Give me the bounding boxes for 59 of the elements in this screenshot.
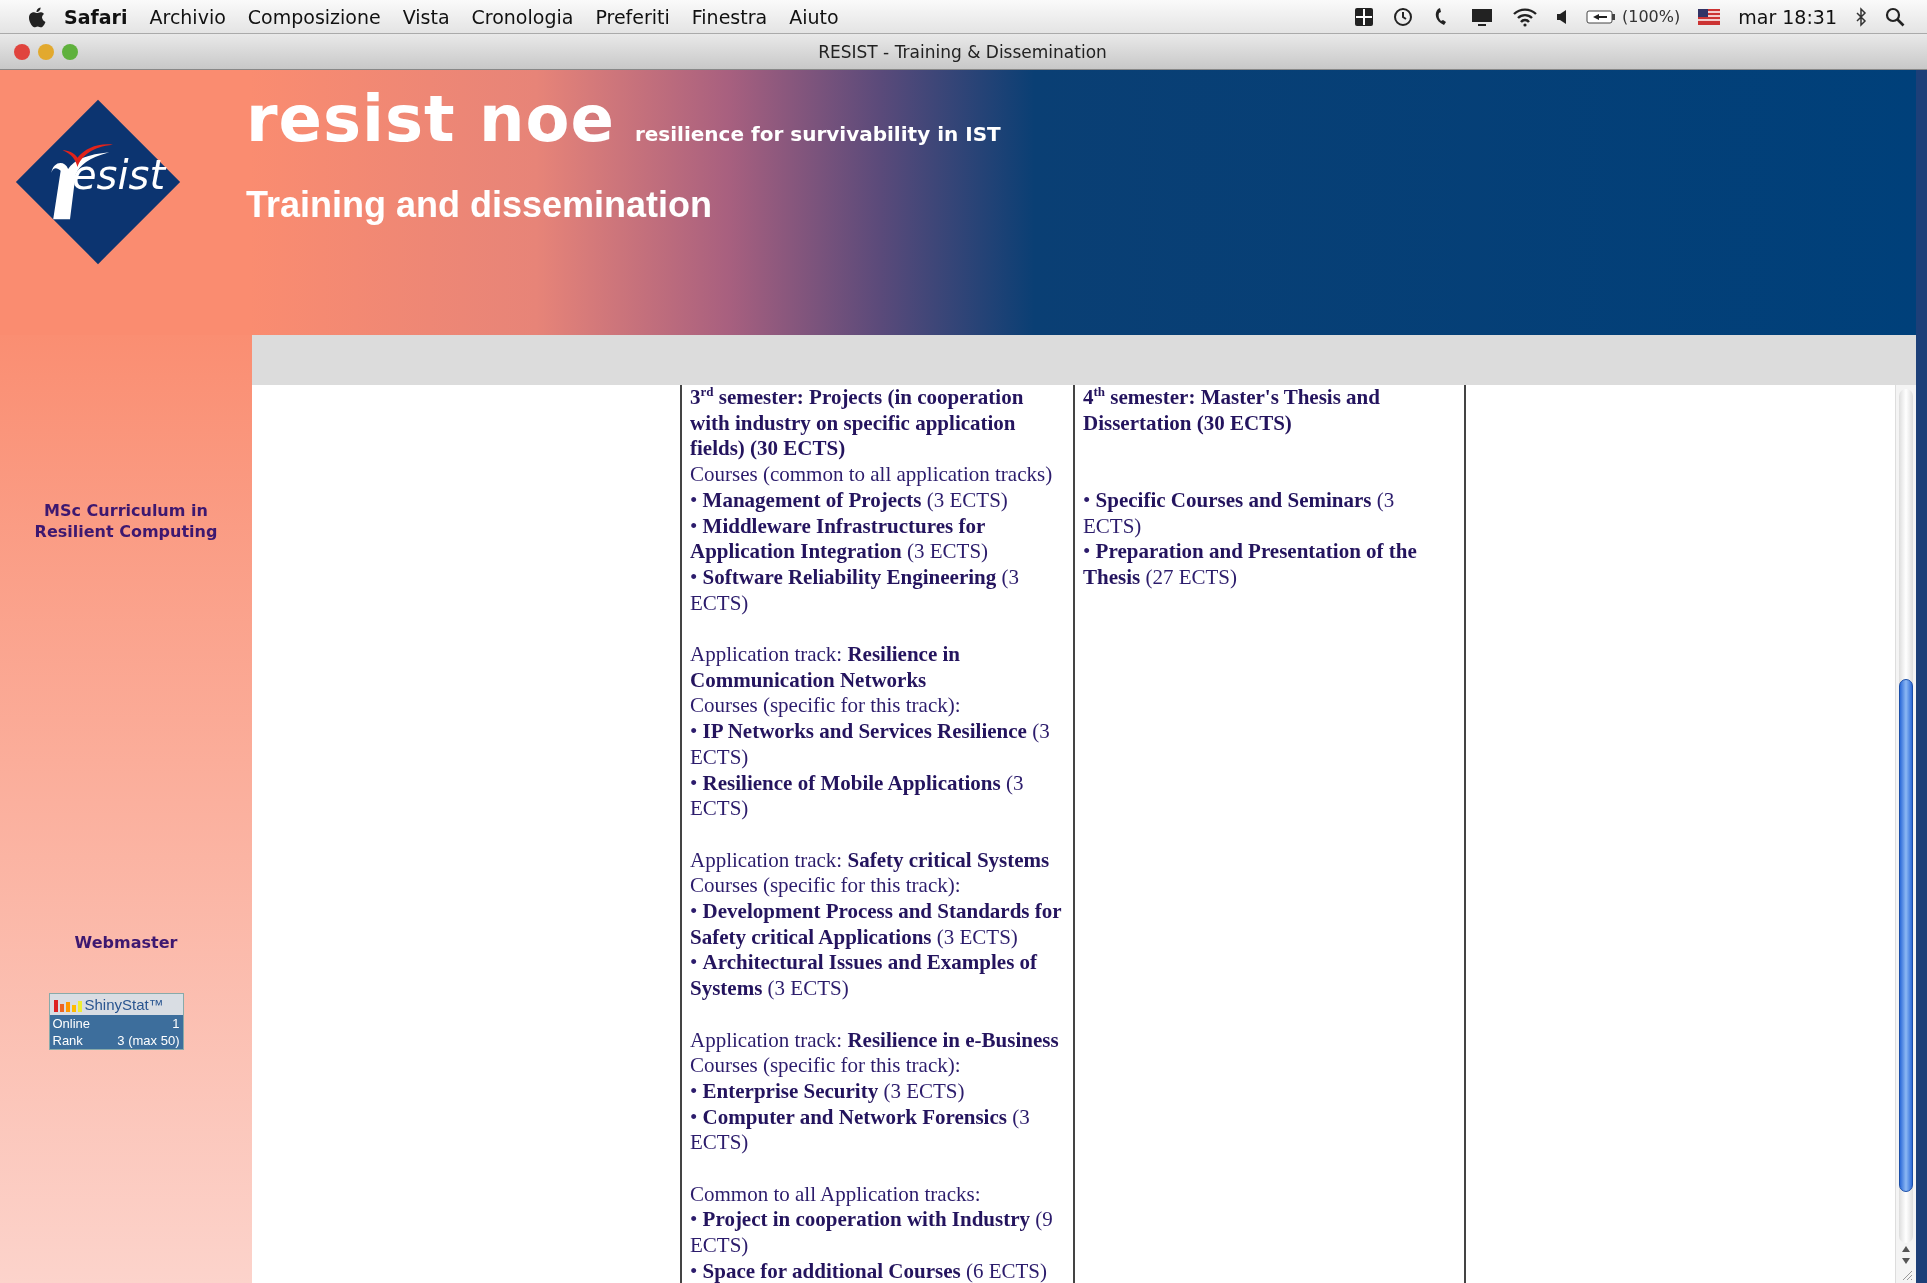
menu-item[interactable]: Cronologia <box>471 5 574 28</box>
menu-item[interactable]: Aiuto <box>789 5 839 28</box>
window-title: RESIST - Training & Dissemination <box>817 41 1108 62</box>
sidebar-link[interactable]: MSc Curriculum in Resilient Computing <box>26 500 226 542</box>
wifi-icon[interactable] <box>1512 6 1538 27</box>
section-heading: 3$^{rd}$ semester: Projects (in cooperation with industry on specific application fields) (30 ECTS) <box>690 385 1025 463</box>
page-subtitle: Training and dissemination <box>246 184 714 226</box>
vertical-scrollbar[interactable] <box>1895 385 1916 1283</box>
paragraph-text: • Computer and Network Forensics (3 ECTS) <box>690 1104 1031 1157</box>
site-tagline: resilience for survivability in IST <box>634 122 1001 146</box>
paragraph-text: • Project in cooperation with Industry (9 ECTS) <box>690 1207 1054 1259</box>
grid-icon[interactable] <box>1354 6 1374 27</box>
paragraph-text: • Management of Projects (3 ECTS) <box>690 487 1009 514</box>
paragraph-text: Application track: Resilience in Communication Networks <box>690 642 962 694</box>
scrollbar-thumb[interactable] <box>1899 679 1913 1192</box>
paragraph-text: • Space for additional Courses (6 ECTS) <box>690 1258 1048 1283</box>
speaker-icon[interactable] <box>1556 8 1568 25</box>
menu-clock[interactable]: mar 18:31 <box>1738 5 1837 28</box>
paragraph-text: Common to all Application tracks: <box>690 1181 982 1208</box>
paragraph-text: Courses (specific for this track): <box>690 873 962 900</box>
paragraph-text: Courses (common to all application tracks) <box>690 462 1054 488</box>
clock-icon[interactable] <box>1392 5 1414 28</box>
paragraph-text: Courses (specific for this track): <box>690 1053 962 1079</box>
paragraph-text: • Software Reliability Engineering (3 ECTS) <box>690 564 1020 617</box>
visitor-counter-widget[interactable]: ShinyStat™ Online 1 Rank 3 (max 50) <box>48 993 184 1050</box>
menu-item[interactable]: Safari <box>64 5 128 28</box>
counter-label: Rank <box>52 1032 83 1049</box>
battery-icon[interactable] <box>1586 8 1616 25</box>
paragraph-text: Application track: Safety critical Systems <box>690 847 1051 874</box>
paragraph-text: • Resilience of Mobile Applications (3 ECTS) <box>690 770 1025 822</box>
menu-item[interactable]: Finestra <box>691 5 768 28</box>
counter-label: Online <box>52 1015 91 1032</box>
menu-item[interactable]: Vista <box>402 5 450 28</box>
paragraph-text: • Architectural Issues and Examples of Systems (3 ECTS) <box>690 950 1039 1002</box>
paragraph-text: • Enterprise Security (3 ECTS) <box>690 1078 966 1105</box>
paragraph-text: Courses (specific for this track): <box>690 693 962 720</box>
counter-value: 1 <box>172 1015 180 1032</box>
site-title: resist noe <box>246 82 615 156</box>
counter-brand: ShinyStat™ <box>84 996 164 1013</box>
display-icon[interactable] <box>1470 6 1494 27</box>
menu-item[interactable]: Preferiti <box>595 5 670 28</box>
paragraph-text: • Development Process and Standards for Safety critical Applications (3 ECTS) <box>690 899 1063 951</box>
menu-item[interactable]: Composizione <box>247 5 381 28</box>
counter-value: 3 (max 50) <box>117 1032 180 1049</box>
battery-percentage: (100%) <box>1622 7 1681 26</box>
paragraph-text: • Specific Courses and Seminars (3 ECTS) <box>1083 487 1396 540</box>
flag-icon[interactable] <box>1698 8 1721 25</box>
menu-item[interactable]: Archivio <box>149 5 226 28</box>
bluetooth-icon[interactable] <box>1855 6 1867 27</box>
paragraph-text: • Preparation and Presentation of the Thesis (27 ECTS) <box>1083 539 1418 591</box>
close-button[interactable] <box>14 43 30 60</box>
search-icon[interactable] <box>1885 6 1905 27</box>
bar-chart-icon <box>52 997 83 1012</box>
section-heading: 4$^{th}$ semester: Master's Thesis and Dissertation (30 ECTS) <box>1083 385 1381 437</box>
paragraph-text: • IP Networks and Services Resilience (3 ECTS) <box>690 719 1051 771</box>
apple-logo-icon[interactable] <box>28 5 48 28</box>
paragraph-text: Application track: Resilience in e-Business <box>690 1027 1060 1054</box>
paragraph-text: • Middleware Infrastructures for Application Integration (3 ECTS) <box>690 513 990 565</box>
sidebar-link[interactable]: Webmaster <box>26 932 226 953</box>
